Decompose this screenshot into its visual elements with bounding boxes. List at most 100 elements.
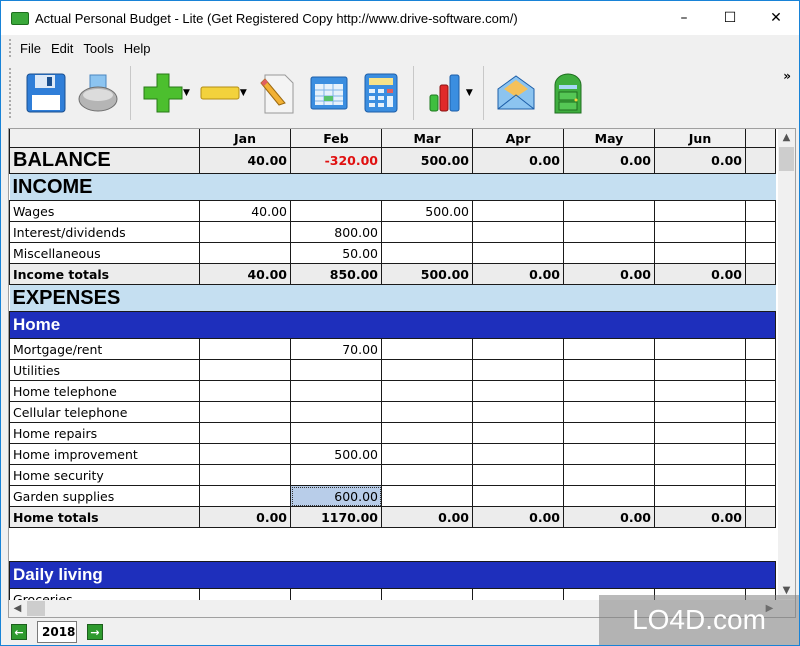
cell-mar[interactable]	[381, 422, 473, 444]
calculator-button[interactable]	[355, 65, 407, 121]
cell-mar[interactable]	[381, 359, 473, 381]
cell-may[interactable]	[563, 338, 655, 360]
cell-may[interactable]	[563, 200, 655, 222]
cell-apr[interactable]	[472, 401, 564, 423]
cell-mar[interactable]	[381, 464, 473, 486]
cell-overflow[interactable]	[745, 338, 776, 360]
cell-jan[interactable]	[199, 485, 291, 507]
chart-button[interactable]	[420, 65, 472, 121]
cell-overflow[interactable]	[745, 200, 776, 222]
email-button[interactable]	[490, 65, 542, 121]
cell-apr[interactable]	[472, 464, 564, 486]
scroll-up-arrow[interactable]: ▲	[778, 129, 795, 146]
cell-feb[interactable]	[290, 464, 382, 486]
cell-may[interactable]	[563, 221, 655, 243]
next-year-button[interactable]: →	[87, 624, 103, 640]
cell-mar[interactable]	[381, 401, 473, 423]
cell-overflow[interactable]	[745, 380, 776, 402]
cell-apr[interactable]	[472, 221, 564, 243]
menu-edit[interactable]: Edit	[51, 41, 81, 56]
maximize-button[interactable]: ☐	[707, 1, 753, 35]
close-button[interactable]: ✕	[753, 1, 799, 35]
cell-feb[interactable]: 800.00	[290, 221, 382, 243]
cell-mar[interactable]	[381, 338, 473, 360]
chart-dropdown-arrow[interactable]: ▼	[466, 88, 473, 98]
cell-feb[interactable]	[290, 422, 382, 444]
cell-jun[interactable]	[654, 443, 746, 465]
add-dropdown-arrow[interactable]: ▼	[183, 88, 190, 98]
cell-overflow[interactable]	[745, 443, 776, 465]
cell-feb[interactable]: 50.00	[290, 242, 382, 264]
cell-apr[interactable]	[472, 338, 564, 360]
cell-mar[interactable]	[381, 443, 473, 465]
cell-jan[interactable]	[199, 338, 291, 360]
vertical-scrollbar[interactable]: ▲ ▼	[778, 129, 795, 599]
cell-mar[interactable]: 500.00	[381, 200, 473, 222]
menu-help[interactable]: Help	[124, 41, 159, 56]
spreadsheet-button[interactable]	[303, 65, 355, 121]
cell-apr[interactable]	[472, 359, 564, 381]
cell-apr[interactable]	[472, 380, 564, 402]
toolbar-overflow-button[interactable]: »	[783, 69, 791, 83]
cell-may[interactable]	[563, 359, 655, 381]
remove-button[interactable]	[194, 65, 246, 121]
cell-apr[interactable]	[472, 200, 564, 222]
cell-jan[interactable]	[199, 221, 291, 243]
vertical-scroll-thumb[interactable]	[779, 147, 794, 171]
cell-feb[interactable]: 70.00	[290, 338, 382, 360]
column-header-feb[interactable]: Feb	[290, 129, 382, 148]
save-button[interactable]	[20, 65, 72, 121]
cell-may[interactable]	[563, 401, 655, 423]
column-header-apr[interactable]: Apr	[472, 129, 564, 148]
column-header-may[interactable]: May	[563, 129, 655, 148]
cell-feb[interactable]	[290, 200, 382, 222]
cell-overflow[interactable]	[745, 422, 776, 444]
minimize-button[interactable]: –	[661, 1, 707, 35]
cell-jun[interactable]	[654, 464, 746, 486]
cell-jan[interactable]	[199, 359, 291, 381]
column-header-jun[interactable]: Jun	[654, 129, 746, 148]
cell-may[interactable]	[563, 464, 655, 486]
column-header-mar[interactable]: Mar	[381, 129, 473, 148]
cell-overflow[interactable]	[745, 359, 776, 381]
exit-button[interactable]	[542, 65, 594, 121]
column-header-jan[interactable]: Jan	[199, 129, 291, 148]
cell-jan[interactable]	[199, 242, 291, 264]
cell-jun[interactable]	[654, 359, 746, 381]
cell-apr[interactable]	[472, 242, 564, 264]
cell-jun[interactable]	[654, 401, 746, 423]
menu-file[interactable]: File	[20, 41, 49, 56]
edit-button[interactable]	[251, 65, 303, 121]
cell-jan[interactable]	[199, 464, 291, 486]
cell-may[interactable]	[563, 242, 655, 264]
cell-mar[interactable]	[381, 221, 473, 243]
add-button[interactable]	[137, 65, 189, 121]
print-button[interactable]	[72, 65, 124, 121]
cell-may[interactable]	[563, 443, 655, 465]
year-field[interactable]: 2018	[37, 621, 77, 643]
cell-feb[interactable]: 600.00	[290, 485, 382, 507]
cell-apr[interactable]	[472, 443, 564, 465]
remove-dropdown-arrow[interactable]: ▼	[240, 88, 247, 98]
cell-feb[interactable]	[290, 359, 382, 381]
cell-jun[interactable]	[654, 380, 746, 402]
cell-mar[interactable]	[381, 485, 473, 507]
cell-may[interactable]	[563, 485, 655, 507]
cell-overflow[interactable]	[745, 242, 776, 264]
cell-mar[interactable]	[381, 242, 473, 264]
cell-jun[interactable]	[654, 242, 746, 264]
cell-apr[interactable]	[472, 422, 564, 444]
cell-jan[interactable]	[199, 401, 291, 423]
cell-jun[interactable]	[654, 221, 746, 243]
cell-overflow[interactable]	[745, 464, 776, 486]
cell-apr[interactable]	[472, 485, 564, 507]
scroll-left-arrow[interactable]: ◀	[9, 600, 26, 617]
previous-year-button[interactable]: ←	[11, 624, 27, 640]
menu-tools[interactable]: Tools	[83, 41, 121, 56]
cell-jun[interactable]	[654, 338, 746, 360]
cell-overflow[interactable]	[745, 221, 776, 243]
cell-jan[interactable]	[199, 380, 291, 402]
cell-overflow[interactable]	[745, 401, 776, 423]
cell-may[interactable]	[563, 422, 655, 444]
cell-jun[interactable]	[654, 422, 746, 444]
